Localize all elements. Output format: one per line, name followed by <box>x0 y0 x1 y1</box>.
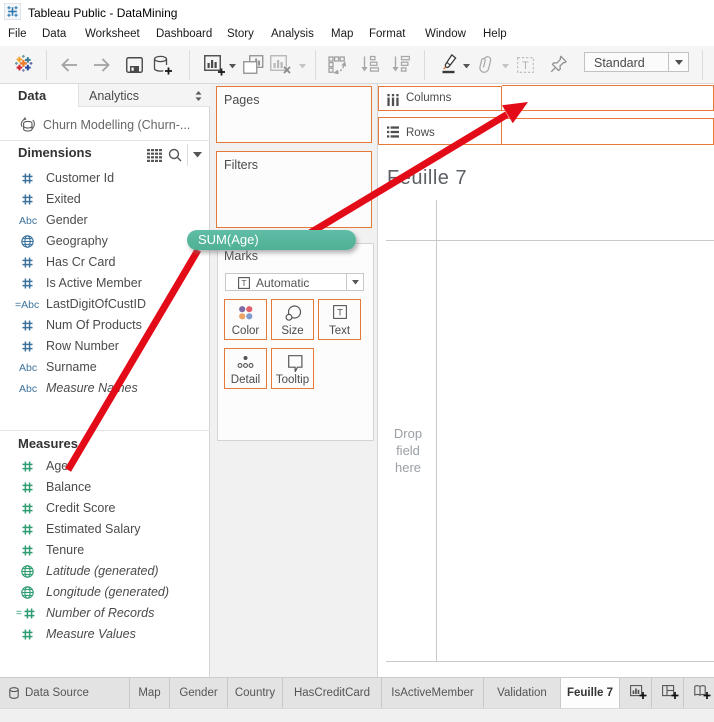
svg-text:T: T <box>241 278 246 288</box>
svg-text:T: T <box>522 60 529 72</box>
svg-text:T: T <box>337 308 343 319</box>
